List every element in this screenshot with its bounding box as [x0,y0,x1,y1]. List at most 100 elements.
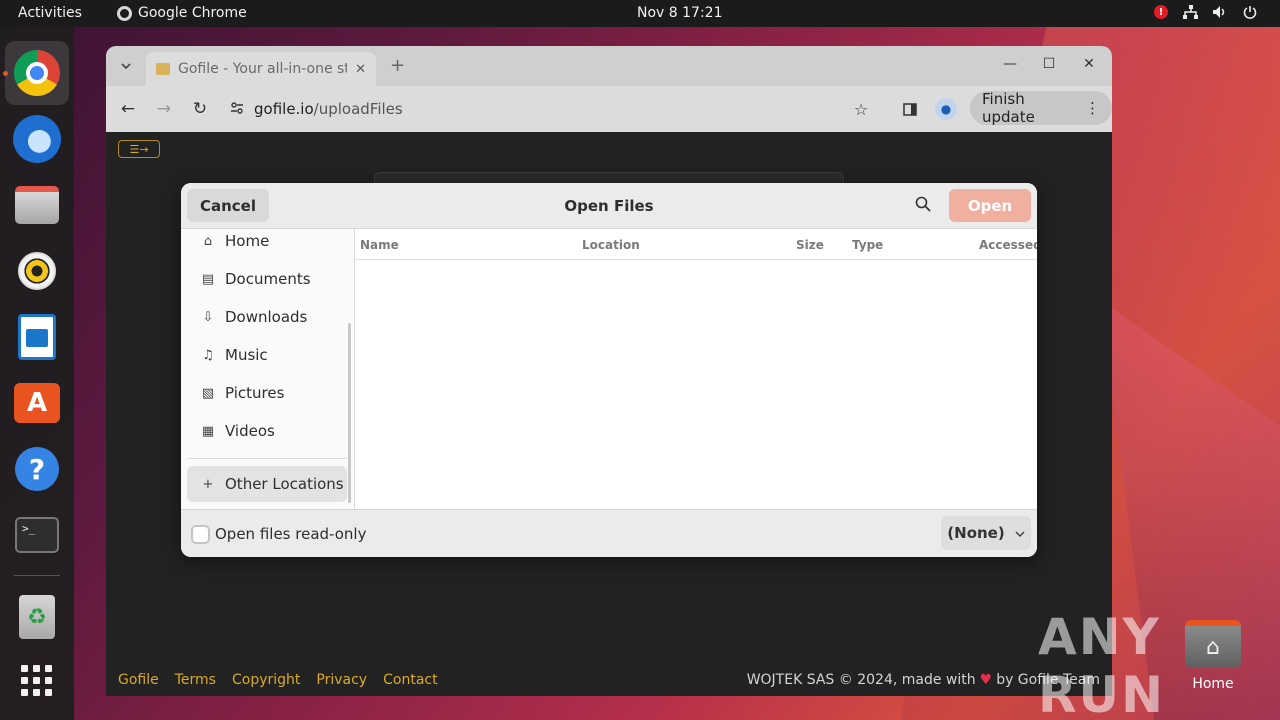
place-music[interactable]: ♫ Music [187,337,347,373]
dock-terminal[interactable]: >_ [5,503,69,567]
show-apps-button[interactable] [5,649,69,713]
dock: A ? >_ ♻ [0,27,74,720]
footer-credit-left: WOJTEK SAS © 2024, made with [746,672,976,688]
back-icon[interactable]: ← [117,98,139,120]
file-list[interactable]: Name Location Size Type Accessed [355,229,1037,509]
close-window-icon[interactable]: ✕ [1079,56,1099,72]
side-panel-icon[interactable] [899,98,921,120]
network-icon[interactable] [1182,4,1198,20]
column-headers: Name Location Size Type Accessed [355,229,1037,260]
app-name: Google Chrome [138,5,247,21]
read-only-label[interactable]: Open files read-only [215,525,366,543]
dialog-title: Open Files [564,197,654,215]
home-folder-icon: ⌂ [1185,620,1241,668]
footer-link-copyright[interactable]: Copyright [232,672,300,688]
reload-icon[interactable]: ↻ [189,98,211,120]
browser-toolbar: ← → ↻ gofile.io/uploadFiles ☆ ● Finish u… [106,86,1112,132]
address-bar[interactable]: gofile.io/uploadFiles [222,95,876,123]
music-icon: ♫ [202,347,214,363]
app-menu[interactable]: Google Chrome [117,5,247,21]
help-icon: ? [15,447,59,491]
place-other-locations[interactable]: + Other Locations [187,466,347,502]
tab-search-button[interactable] [116,56,136,76]
forward-icon[interactable]: → [153,98,175,120]
tab-strip: Gofile - Your all-in-one st ✕ + — ☐ ✕ [106,46,1112,86]
site-settings-icon[interactable] [230,101,244,117]
terminal-icon: >_ [15,517,59,553]
grid-icon [21,665,53,697]
column-type[interactable]: Type [852,238,883,252]
maximize-icon[interactable]: ☐ [1039,56,1059,72]
search-icon[interactable] [915,196,931,216]
dialog-footer: Open files read-only (None) [181,509,1037,557]
chrome-icon [117,5,132,21]
plus-icon: + [202,476,214,492]
place-label: Downloads [225,308,308,326]
dock-app-center[interactable]: A [5,371,69,435]
place-label: Music [225,346,268,364]
files-icon [15,186,59,224]
read-only-checkbox[interactable] [191,525,210,544]
chevron-down-icon [1015,524,1025,542]
dock-help[interactable]: ? [5,437,69,501]
place-pictures[interactable]: ▧ Pictures [187,375,347,411]
place-label: Home [225,232,270,250]
place-downloads[interactable]: ⇩ Downloads [187,299,347,335]
place-videos[interactable]: ▦ Videos [187,413,347,449]
footer-links: Gofile Terms Copyright Privacy Contact [118,672,438,688]
footer-link-gofile[interactable]: Gofile [118,672,159,688]
menu-toggle-icon[interactable]: ☰→ [118,140,160,158]
app-center-icon: A [14,383,60,423]
cancel-button[interactable]: Cancel [187,189,269,222]
place-label: Pictures [225,384,285,402]
system-tray[interactable]: ! [1154,4,1258,20]
column-accessed[interactable]: Accessed [979,238,1037,252]
footer-link-terms[interactable]: Terms [175,672,216,688]
activities-button[interactable]: Activities [18,5,82,21]
rhythmbox-icon [18,252,56,290]
close-tab-icon[interactable]: ✕ [355,62,366,77]
column-size[interactable]: Size [796,238,824,252]
video-icon: ▦ [201,423,215,439]
bookmark-star-icon[interactable]: ☆ [850,98,872,120]
finish-update-label: Finish update [982,90,1035,126]
finish-update-button[interactable]: Finish update ⋮ [970,90,1112,126]
top-bar: Activities Google Chrome Nov 8 17:21 ! [0,0,1280,27]
home-icon: ⌂ [203,233,213,249]
browser-tab[interactable]: Gofile - Your all-in-one st ✕ [146,52,376,86]
dock-files[interactable] [5,173,69,237]
column-location[interactable]: Location [582,238,640,252]
url-path: /uploadFiles [313,100,403,118]
dock-trash[interactable]: ♻ [5,585,69,649]
profile-avatar[interactable]: ● [935,98,957,120]
dock-writer[interactable] [5,305,69,369]
power-icon[interactable] [1242,4,1258,20]
clock[interactable]: Nov 8 17:21 [637,5,722,21]
picture-icon: ▧ [201,385,215,401]
dock-thunderbird[interactable] [5,107,69,171]
tab-title: Gofile - Your all-in-one st [178,61,348,77]
dock-chrome[interactable] [5,41,69,105]
alert-icon[interactable]: ! [1154,5,1168,19]
dock-rhythmbox[interactable] [5,239,69,303]
places-separator [187,458,347,459]
open-files-dialog: Open Files Cancel Open ⌂ Home ▤ Document… [181,183,1037,557]
place-home[interactable]: ⌂ Home [187,223,347,259]
footer-link-contact[interactable]: Contact [383,672,437,688]
minimize-icon[interactable]: — [1000,56,1020,72]
place-documents[interactable]: ▤ Documents [187,261,347,297]
place-label: Other Locations [225,475,344,493]
desktop-home-folder[interactable]: ⌂ Home [1183,620,1243,692]
new-tab-icon[interactable]: + [390,55,405,76]
file-filter-dropdown[interactable]: (None) [941,516,1031,550]
footer-link-privacy[interactable]: Privacy [316,672,367,688]
column-name[interactable]: Name [360,238,399,252]
dock-separator [14,575,60,576]
watermark-logo: ANY RUN [1038,608,1165,720]
volume-icon[interactable] [1212,4,1228,20]
open-button[interactable]: Open [949,189,1031,222]
more-menu-icon: ⋮ [1085,99,1100,117]
sidebar-scrollbar[interactable] [348,323,351,503]
filter-value: (None) [947,524,1005,542]
place-label: Documents [225,270,311,288]
